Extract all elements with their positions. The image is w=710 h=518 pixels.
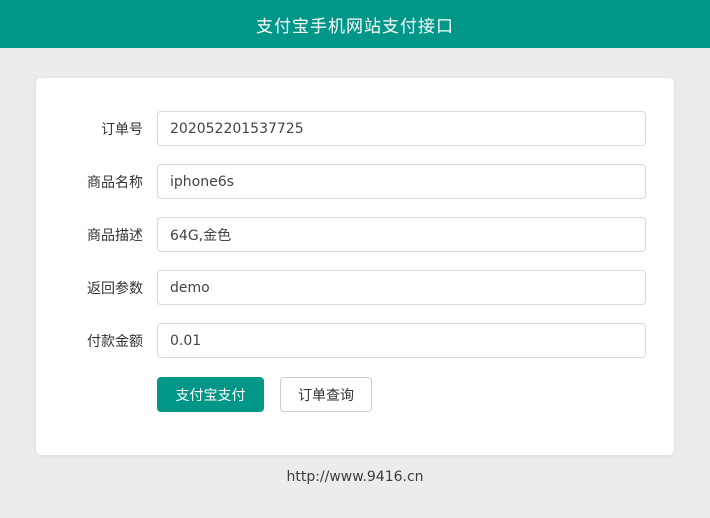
order-number-label: 订单号 [64, 119, 157, 139]
form-row-order-number: 订单号 [64, 111, 646, 146]
page-title: 支付宝手机网站支付接口 [256, 12, 454, 37]
form-row-product-name: 商品名称 [64, 164, 646, 199]
footer: http://www.9416.cn [0, 469, 710, 485]
payment-amount-label: 付款金额 [64, 331, 157, 351]
footer-url: http://www.9416.cn [286, 469, 423, 485]
form-row-return-param: 返回参数 [64, 270, 646, 305]
payment-amount-input[interactable] [157, 323, 646, 358]
product-name-input[interactable] [157, 164, 646, 199]
payment-form-card: 订单号 商品名称 商品描述 返回参数 付款金额 支付宝支付 订单查询 [36, 78, 674, 455]
alipay-pay-button[interactable]: 支付宝支付 [157, 377, 264, 412]
product-description-input[interactable] [157, 217, 646, 252]
form-row-product-description: 商品描述 [64, 217, 646, 252]
return-param-input[interactable] [157, 270, 646, 305]
product-name-label: 商品名称 [64, 172, 157, 192]
form-row-payment-amount: 付款金额 [64, 323, 646, 358]
order-number-input[interactable] [157, 111, 646, 146]
button-row: 支付宝支付 订单查询 [157, 377, 646, 412]
header-bar: 支付宝手机网站支付接口 [0, 0, 710, 48]
order-query-button[interactable]: 订单查询 [280, 377, 372, 412]
return-param-label: 返回参数 [64, 278, 157, 298]
product-description-label: 商品描述 [64, 225, 157, 245]
